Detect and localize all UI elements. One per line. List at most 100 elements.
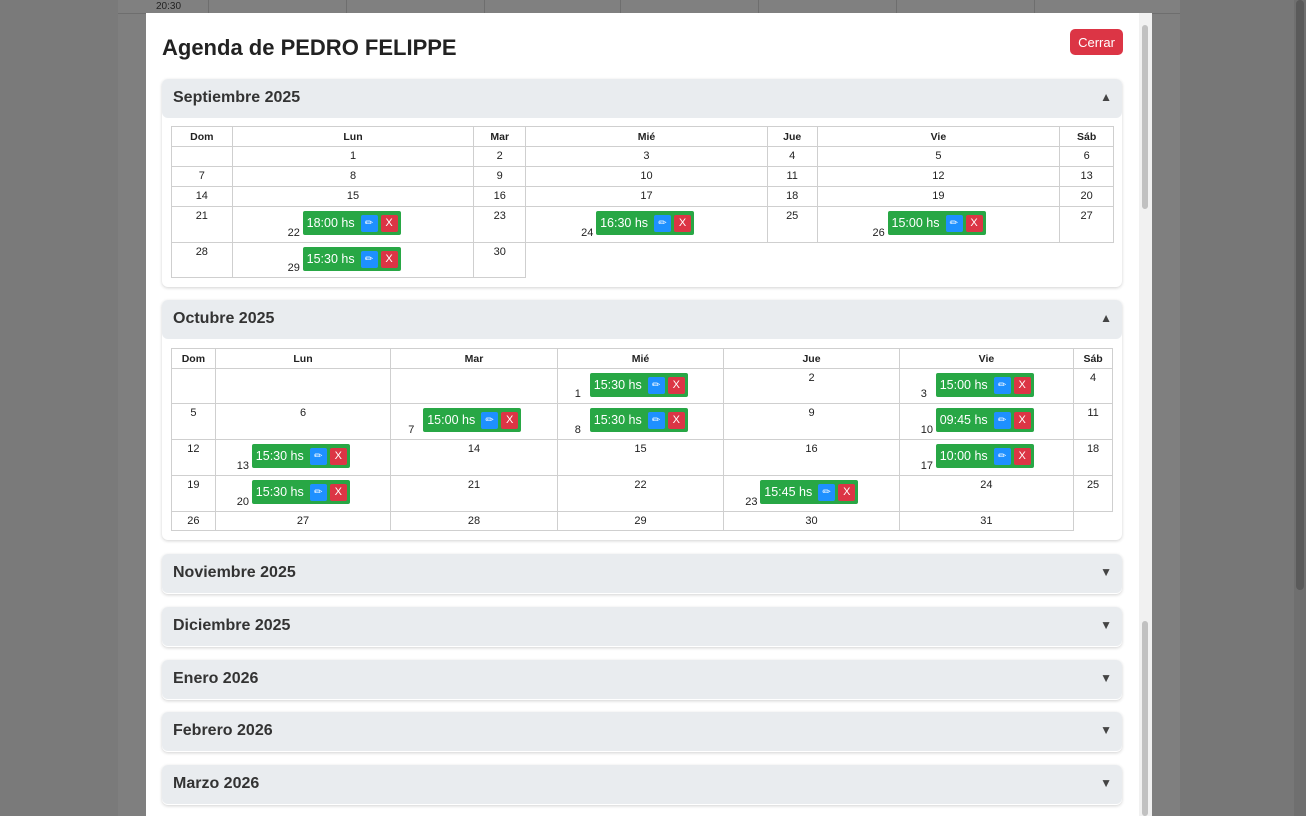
month-header[interactable]: Septiembre 2025 ▲ [162,79,1122,118]
appointment-time: 15:00 hs [891,216,940,230]
expand-arrow-icon[interactable]: ▼ [1100,565,1112,579]
day-cell: 15 [231,186,475,207]
edit-pencil-icon[interactable]: ✏ [993,447,1011,465]
day-number: 12 [932,170,945,182]
delete-appointment-button[interactable]: X [667,376,685,394]
day-number: 9 [496,170,503,182]
delete-appointment-button[interactable]: X [674,214,692,232]
expand-arrow-icon[interactable]: ▼ [1100,776,1112,790]
delete-appointment-button[interactable]: X [501,411,519,429]
day-number: 15 [346,190,360,202]
day-cell: 18:00 hs ✏ X 22 [231,206,475,243]
day-cell: 19 [816,186,1061,207]
day-cell: 2 [723,368,900,404]
delete-appointment-button[interactable]: X [838,483,856,501]
appointment-chip[interactable]: 16:30 hs ✏ X [596,211,695,235]
edit-pencil-icon[interactable]: ✏ [481,411,499,429]
weekday-header: Sáb [1073,348,1113,369]
day-cell: 15:30 hs ✏ X 13 [214,439,392,476]
day-number: 19 [932,190,945,202]
day-cell: 7 [171,166,233,187]
day-cell: 2 [473,146,527,167]
edit-pencil-icon[interactable]: ✏ [647,376,665,394]
day-cell: 16 [473,186,527,207]
edit-pencil-icon[interactable]: ✏ [309,483,327,501]
background-time-label: 20:30 [156,1,182,12]
day-cell: 15 [556,439,725,476]
delete-appointment-button[interactable]: X [965,214,983,232]
expand-arrow-icon[interactable]: ▼ [1100,723,1112,737]
appointment-chip[interactable]: 15:00 hs ✏ X [887,211,986,235]
day-number: 22 [287,227,300,239]
appointment-chip[interactable]: 15:30 hs ✏ X [589,373,688,397]
collapse-arrow-icon[interactable]: ▲ [1100,311,1112,325]
delete-appointment-button[interactable]: X [329,447,347,465]
edit-pencil-icon[interactable]: ✏ [993,376,1011,394]
edit-pencil-icon[interactable]: ✏ [654,214,672,232]
day-number: 2 [496,150,503,162]
week-row: 28 15:30 hs ✏ X 29 30 [171,242,1114,278]
day-cell [214,368,392,404]
month-header[interactable]: Febrero 2026 ▼ [162,712,1122,751]
appointment-chip[interactable]: 10:00 hs ✏ X [935,444,1034,468]
weekday-header: Dom [171,126,233,147]
delete-appointment-button[interactable]: X [380,214,398,232]
day-number: 12 [187,443,200,455]
delete-appointment-button[interactable]: X [329,483,347,501]
appointment-chip[interactable]: 15:30 hs ✏ X [589,408,688,432]
appointment-time: 15:00 hs [427,413,476,427]
day-cell: 15:00 hs ✏ X 26 [816,206,1061,243]
edit-pencil-icon[interactable]: ✏ [647,411,665,429]
month-header[interactable]: Diciembre 2025 ▼ [162,607,1122,646]
day-number: 18 [1086,443,1100,455]
appointment-chip[interactable]: 15:00 hs ✏ X [935,373,1034,397]
edit-pencil-icon[interactable]: ✏ [360,250,378,268]
edit-pencil-icon[interactable]: ✏ [993,411,1011,429]
delete-appointment-button[interactable]: X [1013,411,1031,429]
edit-pencil-icon[interactable]: ✏ [360,214,378,232]
appointment-chip[interactable]: 15:00 hs ✏ X [423,408,522,432]
expand-arrow-icon[interactable]: ▼ [1100,618,1112,632]
day-number: 25 [786,210,799,222]
day-number: 9 [808,407,815,419]
delete-appointment-button[interactable]: X [1013,447,1031,465]
expand-arrow-icon[interactable]: ▼ [1100,671,1112,685]
appointment-chip[interactable]: 15:30 hs ✏ X [302,247,401,271]
edit-pencil-icon[interactable]: ✏ [818,483,836,501]
weekday-header: Vie [898,348,1075,369]
day-number: 23 [745,496,758,508]
appointment-time: 15:30 hs [306,252,355,266]
delete-appointment-button[interactable]: X [1013,376,1031,394]
week-row: 26 27 28 29 30 31 [171,511,1113,531]
day-number: 26 [872,227,885,239]
month-header[interactable]: Marzo 2026 ▼ [162,765,1122,804]
collapse-arrow-icon[interactable]: ▲ [1100,90,1112,104]
weekday-header: Jue [766,126,818,147]
background-grid-line [346,0,347,13]
edit-pencil-icon[interactable]: ✏ [945,214,963,232]
edit-pencil-icon[interactable]: ✏ [309,447,327,465]
appointment-chip[interactable]: 15:30 hs ✏ X [251,480,350,504]
month-header[interactable]: Octubre 2025 ▲ [162,300,1122,339]
day-number [172,369,215,372]
day-cell: 10 [525,166,768,187]
page-scrollbar-thumb[interactable] [1296,0,1304,590]
delete-appointment-button[interactable]: X [380,250,398,268]
day-number: 25 [1086,479,1100,491]
month-title: Diciembre 2025 [173,617,291,634]
appointment-chip[interactable]: 15:45 hs ✏ X [760,480,859,504]
delete-appointment-button[interactable]: X [667,411,685,429]
month-panel: Octubre 2025 ▲ Dom Lun Mar Mié Jue Vie Sáb 15:30 … [162,300,1122,540]
appointment-chip[interactable]: 15:30 hs ✏ X [251,444,350,468]
month-header[interactable]: Enero 2026 ▼ [162,660,1122,699]
modal-scrollbar-thumb[interactable] [1142,25,1148,209]
modal-scrollbar-thumb[interactable] [1142,621,1148,816]
appointment-chip[interactable]: 09:45 hs ✏ X [935,408,1034,432]
month-header[interactable]: Noviembre 2025 ▼ [162,554,1122,593]
weekday-header: Mar [473,126,527,147]
day-cell: 21 [390,475,558,512]
appointment-chip[interactable]: 18:00 hs ✏ X [302,211,401,235]
close-button[interactable]: Cerrar [1070,29,1123,55]
day-number: 1 [574,388,581,400]
day-cell: 15:00 hs ✏ X 7 [390,403,558,440]
